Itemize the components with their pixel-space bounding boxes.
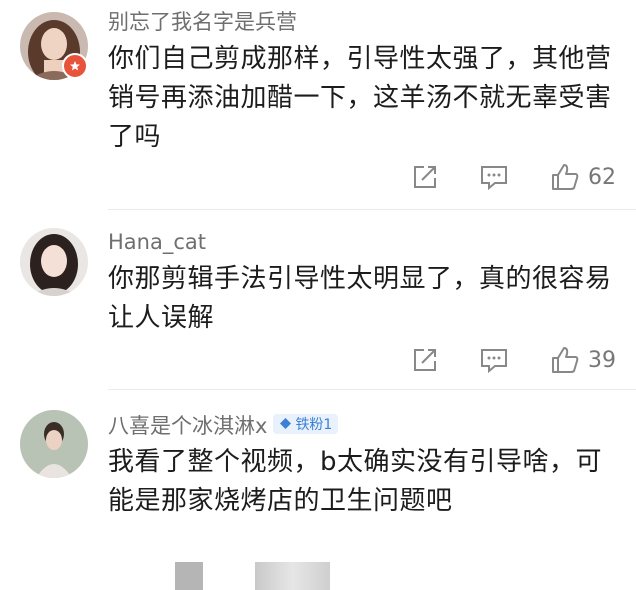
blurred-region: [175, 562, 203, 590]
share-button[interactable]: [412, 347, 438, 373]
username[interactable]: 八喜是个冰淇淋x 铁粉1: [108, 410, 339, 440]
fan-badge-label: 铁粉1: [295, 416, 333, 433]
comment-text: 你那剪辑手法引导性太明显了，真的很容易让人误解: [108, 264, 612, 333]
username[interactable]: Hana_cat: [108, 230, 206, 254]
username[interactable]: 别忘了我名字是兵营: [108, 6, 297, 36]
comment-text: 我看了整个视频，b太确实没有引导啥，可能是那家烧烤店的卫生问题吧: [108, 447, 603, 516]
share-button[interactable]: [412, 164, 438, 190]
verified-badge-icon: [62, 53, 88, 79]
thumbs-up-icon: [552, 347, 579, 373]
like-count: 39: [588, 347, 616, 373]
username-text: 八喜是个冰淇淋x: [108, 414, 268, 438]
like-count: 62: [588, 164, 616, 190]
comment-button[interactable]: [480, 347, 508, 373]
comment-icon: [481, 166, 507, 190]
comment-item: Hana_cat 你那剪辑手法引导性太明显了，真的很容易让人误解 39: [0, 210, 636, 590]
comment-button[interactable]: [480, 164, 508, 190]
like-button[interactable]: 62: [550, 162, 616, 192]
share-icon: [414, 166, 436, 188]
fan-badge[interactable]: 铁粉1: [273, 413, 339, 434]
thumbs-up-icon: [552, 164, 579, 190]
blurred-region: [255, 562, 330, 590]
avatar[interactable]: [20, 410, 88, 478]
comment-actions: 39: [412, 343, 616, 377]
comment-item: 别忘了我名字是兵营 你们自己剪成那样，引导性太强了，其他营销号再添油加醋一下，这…: [0, 0, 636, 210]
comment-actions: 62: [412, 160, 616, 194]
comment-text: 你们自己剪成那样，引导性太强了，其他营销号再添油加醋一下，这羊汤不就无辜受害了吗: [108, 44, 612, 152]
comment-icon: [481, 349, 507, 373]
share-icon: [414, 349, 436, 371]
avatar[interactable]: [20, 228, 88, 296]
like-button[interactable]: 39: [550, 345, 616, 375]
diamond-icon: [280, 418, 292, 429]
comment-item: 八喜是个冰淇淋x 铁粉1 我看了整个视频，b太确实没有引导啥，可能是那家烧烤店的卫…: [0, 390, 636, 516]
